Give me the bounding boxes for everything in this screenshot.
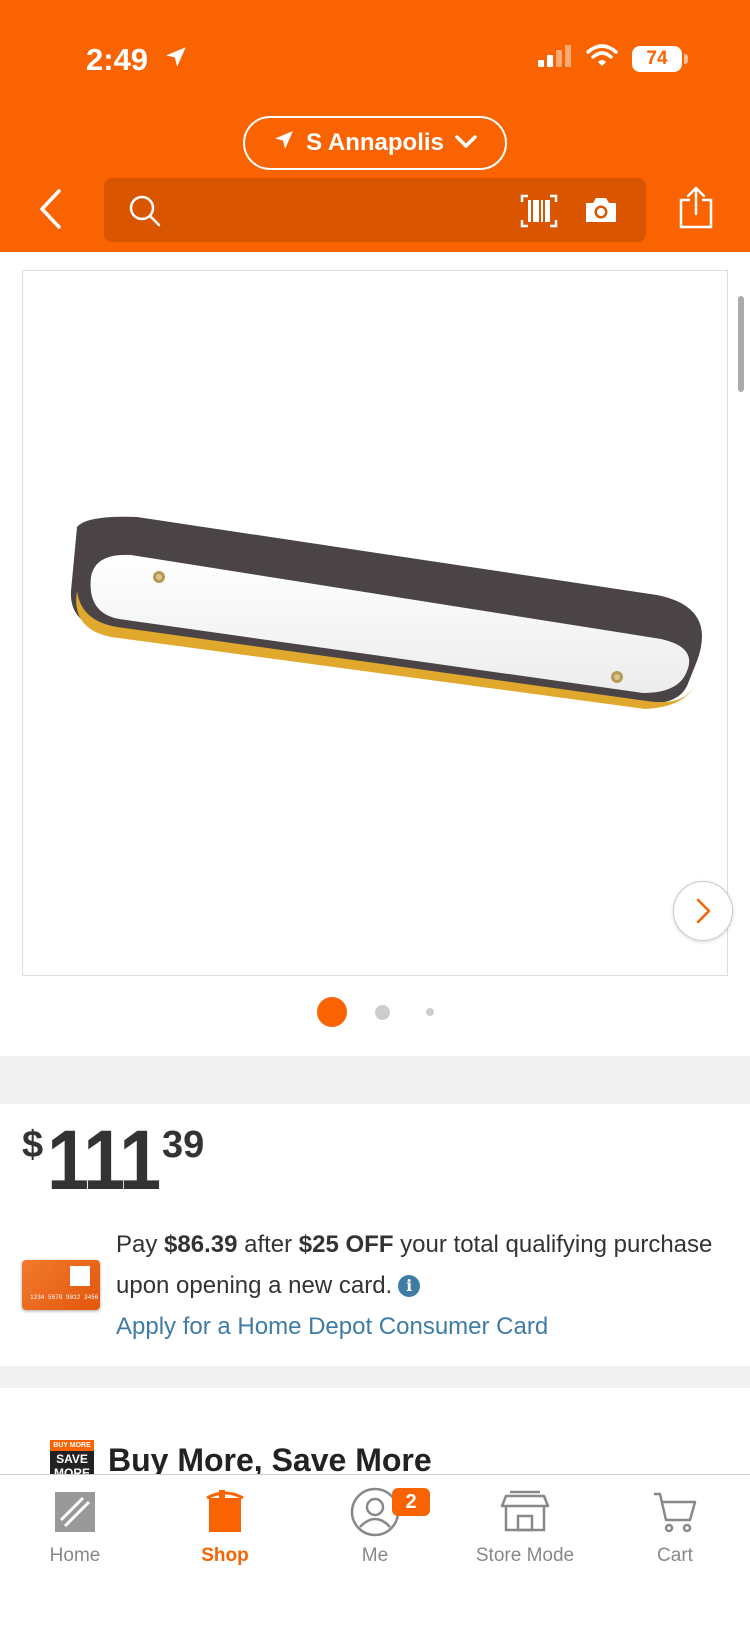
card-number: 1234 5678 9012 3456 <box>30 1294 99 1301</box>
share-icon <box>679 186 713 229</box>
chevron-right-icon <box>696 898 711 924</box>
product-price: $ 111 39 <box>22 1113 205 1207</box>
product-image-gallery[interactable] <box>22 270 733 976</box>
search-input[interactable] <box>104 178 646 242</box>
barcode-scan-icon[interactable] <box>520 194 558 233</box>
store-icon <box>500 1487 550 1537</box>
home-depot-logo-icon <box>53 1487 97 1537</box>
home-depot-card-image: 1234 5678 9012 3456 <box>22 1260 100 1310</box>
product-page: 2:49 74 S Annapolis $ 111 39 1234 5678 9… <box>0 0 750 1631</box>
tab-store-mode[interactable]: Store Mode <box>450 1475 600 1585</box>
bottom-tab-bar: Home Shop Me Store Mode Cart <box>0 1474 750 1631</box>
product-image <box>47 511 727 756</box>
store-selector[interactable]: S Annapolis <box>243 116 507 170</box>
info-icon[interactable]: i <box>398 1275 421 1297</box>
paint-bucket-icon <box>205 1487 245 1537</box>
next-image-button[interactable] <box>673 881 733 941</box>
cart-icon <box>652 1487 698 1537</box>
offer-text: Pay $86.39 after $25 OFF your total qual… <box>116 1224 716 1347</box>
tab-home[interactable]: Home <box>0 1475 150 1585</box>
location-arrow-icon <box>163 42 189 78</box>
status-time: 2:49 <box>86 40 189 78</box>
notification-badge: 2 <box>392 1488 430 1516</box>
after-price: $86.39 <box>164 1231 238 1258</box>
tab-label: Home <box>49 1545 101 1566</box>
tab-shop[interactable]: Shop <box>150 1475 300 1585</box>
tab-label: Me <box>361 1545 389 1566</box>
signal-icon <box>538 45 572 72</box>
gallery-pagination <box>0 996 750 1028</box>
tab-label: Cart <box>657 1545 693 1566</box>
home-depot-logo-icon <box>70 1266 90 1286</box>
chevron-left-icon <box>40 189 61 229</box>
battery-indicator: 74 <box>632 45 688 72</box>
apply-card-link[interactable]: Apply for a Home Depot Consumer Card <box>116 1306 716 1347</box>
app-header: 2:49 74 S Annapolis <box>0 0 750 252</box>
share-button[interactable] <box>678 186 714 235</box>
section-divider <box>0 1056 750 1104</box>
discount-amount: $25 OFF <box>298 1231 394 1258</box>
tab-label: Store Mode <box>475 1545 575 1566</box>
store-name: S Annapolis <box>306 129 444 156</box>
status-icons: 74 <box>538 44 688 73</box>
back-button[interactable] <box>34 186 68 232</box>
search-icon <box>128 194 162 233</box>
section-divider <box>0 1366 750 1388</box>
pagination-dot[interactable] <box>425 1008 434 1016</box>
pagination-dot-active[interactable] <box>316 997 347 1027</box>
tab-cart[interactable]: Cart <box>600 1475 750 1585</box>
pagination-dot[interactable] <box>374 1004 390 1020</box>
scroll-indicator <box>738 296 744 392</box>
camera-icon[interactable] <box>584 196 618 229</box>
tab-label: Shop <box>201 1545 249 1566</box>
navigation-arrow-icon <box>272 128 296 159</box>
chevron-down-icon <box>454 129 478 157</box>
promo-title: Buy More, Save More <box>108 1441 432 1478</box>
wifi-icon <box>586 44 618 73</box>
credit-card-offer: 1234 5678 9012 3456 Pay $86.39 after $25… <box>22 1224 728 1344</box>
